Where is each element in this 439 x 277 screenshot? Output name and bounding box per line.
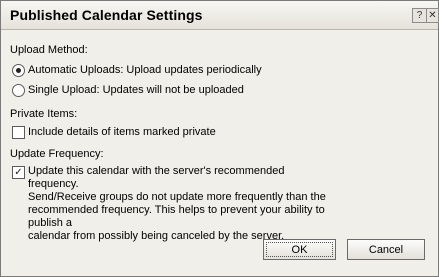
automatic-uploads-option[interactable]: Automatic Uploads: Upload updates period… [12,63,262,77]
automatic-uploads-radio[interactable] [12,63,25,77]
single-upload-label: Single Upload: Updates will not be uploa… [28,84,244,96]
close-button[interactable]: ✕ [426,8,439,23]
help-button[interactable]: ? [412,8,427,23]
single-upload-radio[interactable] [12,83,25,97]
frequency-text-line: Send/Receive groups do not update more f… [28,191,326,203]
recommended-frequency-checkbox[interactable]: ✓ [12,166,25,179]
upload-method-label: Upload Method: [10,44,88,56]
recommended-frequency-option[interactable]: ✓ Update this calendar with the server's… [12,165,328,243]
cancel-button[interactable]: Cancel [347,239,425,260]
dialog-title: Published Calendar Settings [10,7,203,23]
frequency-text-line: Update this calendar with the server's r… [28,165,285,190]
include-private-label: Include details of items marked private [28,126,216,138]
single-upload-option[interactable]: Single Upload: Updates will not be uploa… [12,83,244,97]
update-frequency-label: Update Frequency: [10,148,104,160]
ok-button[interactable]: OK [263,239,336,260]
frequency-text-line: recommended frequency. This helps to pre… [28,204,325,229]
recommended-frequency-text: Update this calendar with the server's r… [28,165,328,243]
title-bar: Published Calendar Settings ? ✕ [1,1,439,30]
include-private-option[interactable]: Include details of items marked private [12,125,216,139]
private-items-label: Private Items: [10,108,78,120]
include-private-checkbox[interactable] [12,125,25,139]
published-calendar-settings-dialog: Published Calendar Settings ? ✕ Upload M… [0,0,439,277]
automatic-uploads-label: Automatic Uploads: Upload updates period… [28,64,262,76]
